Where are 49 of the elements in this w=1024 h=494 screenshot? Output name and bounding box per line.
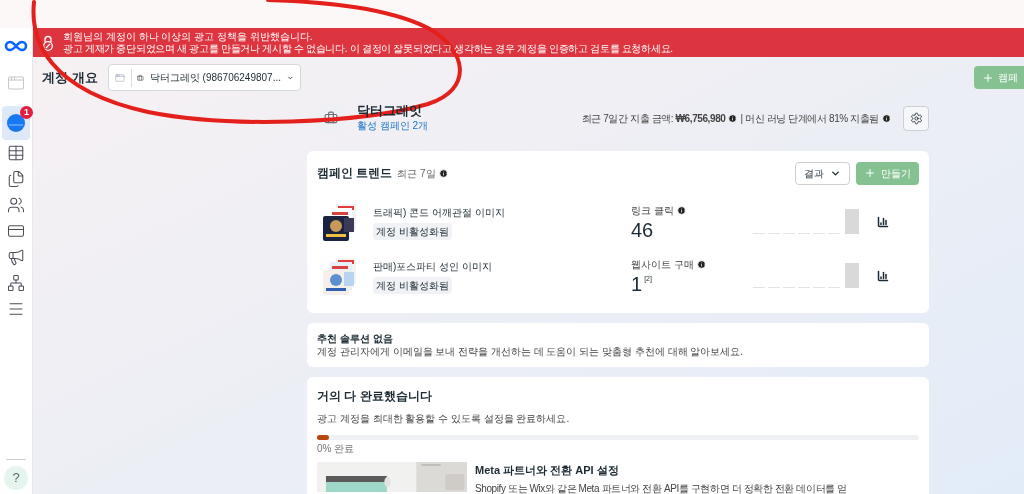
table-icon <box>7 144 25 162</box>
network-icon <box>7 274 25 292</box>
plus-icon <box>864 167 876 179</box>
banner-title: 회원님의 계정이 하나 이상의 광고 정책을 위반했습니다. <box>63 30 314 43</box>
chart-icon[interactable] <box>877 216 889 228</box>
info-icon <box>882 113 891 123</box>
progress-label: 0% 완료 <box>317 442 356 456</box>
status-tag: 계정 비활성화됨 <box>373 276 452 294</box>
metric-label: 링크 클릭 <box>631 203 674 218</box>
plus-icon <box>982 71 994 84</box>
card-title: 캠페인 트렌드 <box>317 165 393 182</box>
banner-message: 광고 게재가 중단되었으며 새 광고를 만들거나 게시할 수 없습니다. 이 결정이 잘못되었다고 생각하는 경우 계정을 인증하고 검토를 요청하세요. <box>63 42 673 55</box>
card-icon <box>7 222 25 240</box>
results-dropdown[interactable]: 결과 <box>795 161 850 185</box>
status-tag: 계정 비활성화됨 <box>373 222 452 240</box>
lock-icon <box>41 34 55 51</box>
pages-icon <box>7 170 25 188</box>
card-title: 거의 다 완료했습니다 <box>317 388 433 405</box>
card-title: 추천 솔루션 없음 <box>317 332 394 345</box>
card-text: 계정 관리자에게 이메일을 보내 전략을 개선하는 데 도움이 되는 맞춤형 추천에 대해 알아보세요. <box>317 345 745 358</box>
window-icon <box>7 74 25 92</box>
learning-summary: | 머신 러닝 단계에서 81% 지출됨 <box>740 111 879 126</box>
account-selector[interactable]: 닥터그레잇 (986706249807... <box>107 64 301 91</box>
info-icon <box>438 168 448 178</box>
info-icon <box>696 259 706 269</box>
period-label: 최근 7일 <box>397 166 436 181</box>
globe-icon <box>6 113 26 133</box>
info-icon <box>728 113 738 123</box>
active-campaigns-link[interactable]: 활성 캠페인 2개 <box>357 118 429 133</box>
menu-icon <box>7 300 25 318</box>
megaphone-icon <box>7 248 25 266</box>
info-icon <box>676 205 686 215</box>
account-name: 닥터그레잇 (986706249807... <box>149 71 281 85</box>
task-title: Meta 파트너와 전환 API 설정 <box>475 463 620 478</box>
chart-icon[interactable] <box>877 270 889 282</box>
task-text: Shopify 또는 Wix와 같은 Meta 파트너와 전환 API를 구현하면 더 정확한 전환 데이터를 얻 <box>475 481 847 494</box>
metric-label: 웹사이트 구매 <box>631 257 694 272</box>
people-icon <box>7 196 25 214</box>
sidebar-item[interactable]: 1 <box>2 106 30 140</box>
card-text: 광고 계정을 최대한 활용할 수 있도록 설정을 완료하세요. <box>317 412 571 426</box>
metric-value: 1 <box>631 271 643 296</box>
settings-icon <box>909 111 923 125</box>
settings-button[interactable] <box>903 105 929 131</box>
campaign-name[interactable]: 트래픽) 콘드 어깨관절 이미지 <box>373 204 631 220</box>
spend-summary: 최근 7일간 지출 금액: ₩6,756,980 <box>581 111 726 126</box>
campaign-name[interactable]: 판매)포스파티 성인 이미지 <box>373 258 631 274</box>
help-button[interactable]: ? <box>4 466 28 490</box>
briefcase-icon <box>324 111 338 125</box>
metric-value: 46 <box>631 217 654 242</box>
